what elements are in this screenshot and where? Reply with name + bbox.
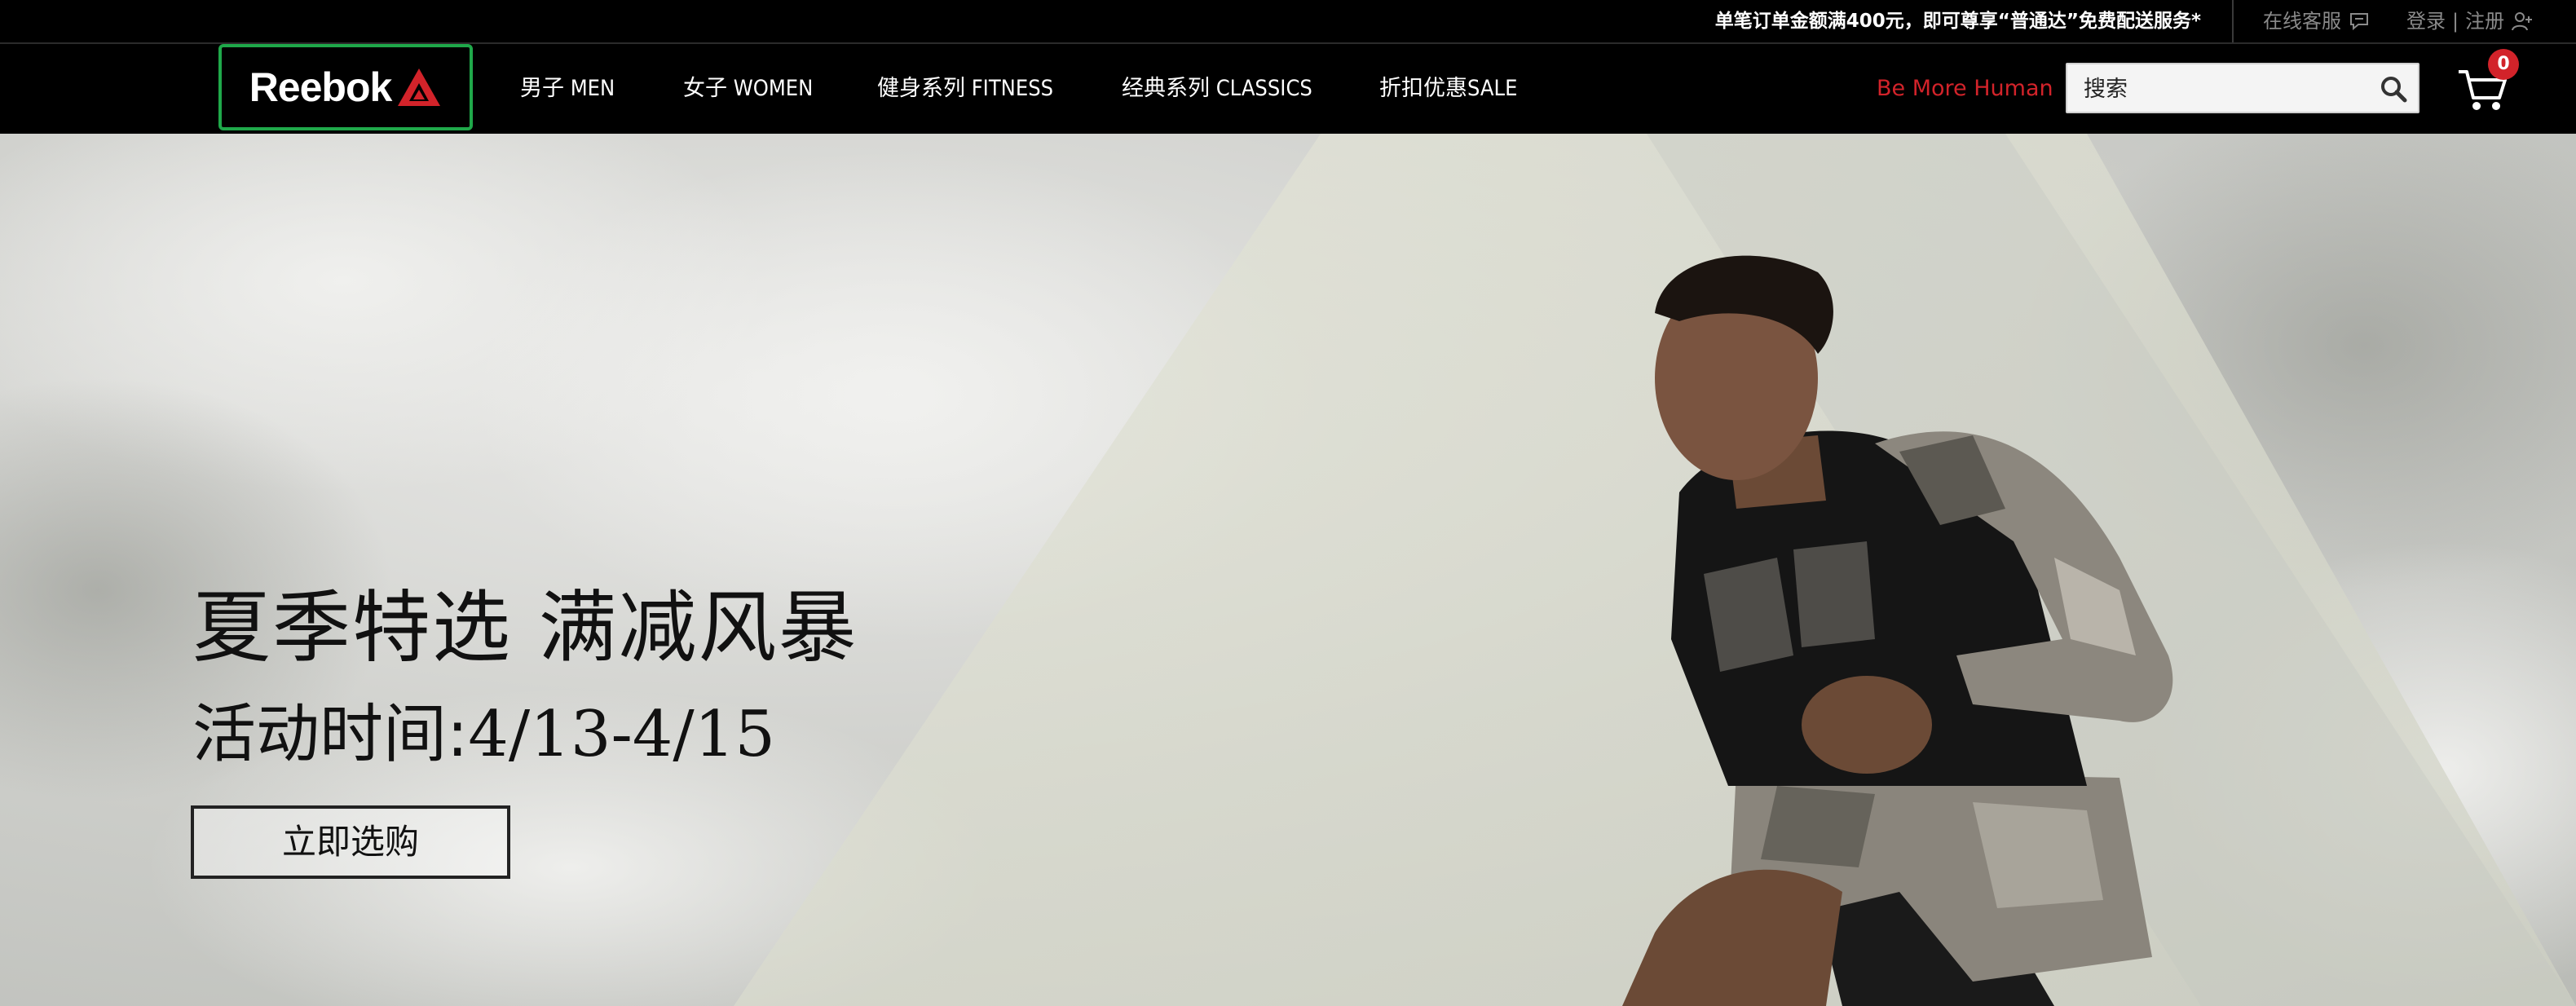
search-box	[2066, 63, 2419, 113]
login-link[interactable]: 登录	[2406, 0, 2446, 42]
auth-links: 登录 | 注册	[2406, 0, 2534, 42]
hero-banner[interactable]: 夏季特选 满减风暴 活动时间:4/13-4/15 立即选购	[0, 134, 2576, 1006]
nav-women[interactable]: 女子 WOMEN	[683, 44, 813, 134]
hero-event-dates: 活动时间:4/13-4/15	[192, 683, 775, 774]
cart-count-badge: 0	[2488, 49, 2519, 80]
nav-sale[interactable]: 折扣优惠SALE	[1379, 44, 1517, 134]
be-more-human-link[interactable]: Be More Human	[1877, 44, 2053, 134]
search-icon[interactable]	[2379, 74, 2408, 104]
online-service-link[interactable]: 在线客服	[2263, 0, 2371, 42]
add-user-icon[interactable]	[2511, 10, 2534, 33]
event-dates-range: 4/13-4/15	[468, 698, 775, 771]
hero-headline: 夏季特选 满减风暴	[192, 582, 858, 673]
chat-bubble-icon	[2350, 13, 2368, 31]
search-input[interactable]	[2082, 64, 2362, 113]
shop-now-button[interactable]: 立即选购	[191, 805, 510, 879]
logo-wordmark: Reebok	[249, 64, 393, 110]
delta-logo-icon	[398, 68, 441, 106]
main-navigation: Reebok 男子 MEN 女子 WOMEN 健身系列 FITNESS 经典系列…	[0, 44, 2576, 134]
free-shipping-promo: 单笔订单金额满400元，即可尊享“普通达”免费配送服务*	[1714, 11, 2201, 32]
auth-separator: |	[2452, 10, 2459, 33]
nav-fitness[interactable]: 健身系列 FITNESS	[877, 44, 1053, 134]
nav-classics[interactable]: 经典系列 CLASSICS	[1122, 44, 1312, 134]
event-dates-prefix: 活动时间:	[192, 698, 469, 771]
online-service-label: 在线客服	[2263, 10, 2341, 33]
top-utility-bar: 单笔订单金额满400元，即可尊享“普通达”免费配送服务* 在线客服 登录 | 注…	[0, 0, 2576, 44]
divider	[2232, 0, 2234, 42]
reebok-logo[interactable]: Reebok	[218, 44, 473, 130]
nav-men[interactable]: 男子 MEN	[520, 44, 615, 134]
register-link[interactable]: 注册	[2465, 0, 2504, 42]
